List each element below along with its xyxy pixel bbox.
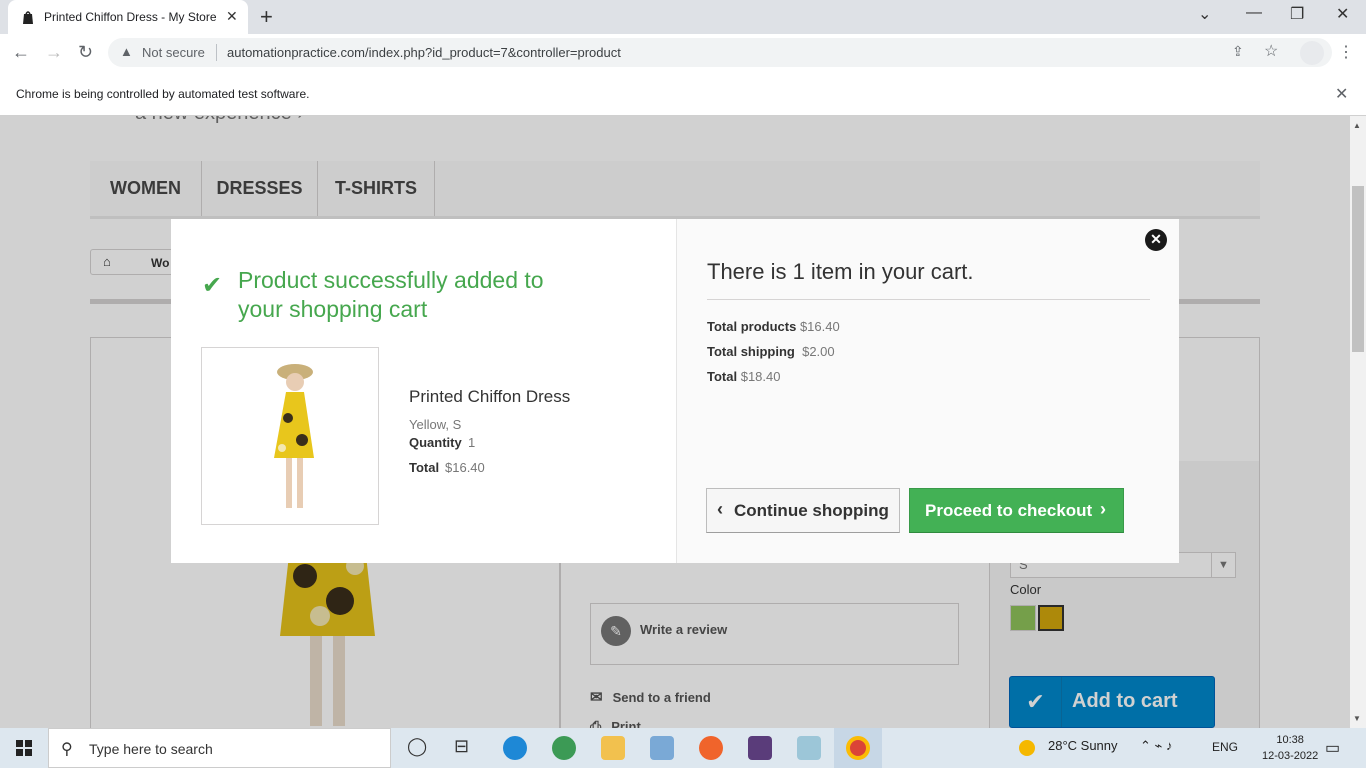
notepad-icon[interactable] — [797, 736, 821, 760]
cart-count-text: There is 1 item in your cart. — [707, 259, 974, 284]
file-explorer-icon[interactable] — [601, 736, 625, 760]
proceed-to-checkout-button[interactable]: Proceed to checkout › — [909, 488, 1124, 533]
infobar-message: Chrome is being controlled by automated … — [16, 87, 310, 101]
search-placeholder: Type here to search — [89, 741, 213, 757]
address-bar[interactable]: ▲ Not secure automationpractice.com/inde… — [108, 38, 1332, 67]
summary-shipping-label: Total shipping — [707, 344, 795, 359]
product-total-label: Total — [409, 460, 440, 475]
windows-taskbar: ⚲ Type here to search ◯ ⊟ 28°C Sunny ⌃ ⌁… — [0, 728, 1366, 768]
edge-icon[interactable] — [503, 736, 527, 760]
tab-strip: Printed Chiffon Dress - My Store ✕ + ⌄ —… — [0, 0, 1366, 34]
weather-sun-icon — [1019, 740, 1035, 756]
dress-thumbnail-icon — [274, 364, 314, 508]
summary-products-row: Total products $16.40 — [707, 319, 840, 334]
scroll-up-icon[interactable]: ▲ — [1353, 121, 1361, 130]
share-icon[interactable]: ⇪ — [1232, 43, 1244, 60]
search-icon: ⚲ — [61, 741, 73, 758]
back-icon[interactable]: ← — [12, 42, 30, 63]
quantity-label: Quantity — [409, 435, 462, 450]
taskbar-clock[interactable]: 10:38 12-03-2022 — [1262, 732, 1318, 764]
summary-total-value: $18.40 — [740, 369, 781, 384]
scrollbar-thumb[interactable] — [1352, 186, 1364, 352]
cart-product-image — [201, 347, 379, 525]
chrome-icon[interactable] — [846, 736, 870, 760]
chevron-left-icon: ‹ — [717, 499, 723, 519]
summary-shipping-value: $2.00 — [802, 344, 835, 359]
summary-shipping-row: Total shipping $2.00 — [707, 344, 835, 359]
weather-text[interactable]: 28°C Sunny — [1048, 738, 1118, 753]
url-text[interactable]: automationpractice.com/index.php?id_prod… — [227, 45, 621, 60]
browser-tab[interactable]: Printed Chiffon Dress - My Store ✕ — [8, 0, 248, 34]
product-total-value: $16.40 — [445, 460, 485, 475]
continue-shopping-label: Continue shopping — [734, 501, 889, 520]
windows-start-icon[interactable] — [16, 740, 32, 756]
summary-products-value: $16.40 — [799, 319, 840, 334]
modal-close-icon[interactable]: ✕ — [1145, 229, 1167, 251]
chrome-profile-icon[interactable] — [552, 736, 576, 760]
cart-product-name: Printed Chiffon Dress — [409, 387, 571, 406]
restore-icon[interactable]: ❐ — [1290, 4, 1304, 24]
clock-time: 10:38 — [1276, 734, 1304, 746]
forward-icon[interactable]: → — [45, 42, 63, 63]
bookmark-star-icon[interactable]: ☆ — [1264, 41, 1278, 61]
summary-products-label: Total products — [707, 319, 797, 334]
not-secure-label[interactable]: Not secure — [142, 45, 205, 60]
kebab-menu-icon[interactable]: ⋮ — [1338, 42, 1354, 62]
notification-icon[interactable]: ▭ — [1325, 738, 1340, 758]
proceed-to-checkout-label: Proceed to checkout — [925, 501, 1093, 520]
window-close-icon[interactable]: ✕ — [1336, 4, 1349, 24]
store-favicon-icon — [23, 11, 33, 24]
tab-close-icon[interactable]: ✕ — [226, 8, 238, 25]
reload-icon[interactable]: ↻ — [78, 42, 93, 63]
language-indicator[interactable]: ENG — [1212, 740, 1238, 754]
infobar-close-icon[interactable]: ✕ — [1335, 84, 1348, 104]
task-view-icon[interactable]: ⊟ — [454, 736, 469, 757]
chevron-right-icon: › — [1100, 499, 1106, 519]
scroll-down-icon[interactable]: ▼ — [1353, 714, 1361, 723]
taskbar-search-box[interactable]: ⚲ Type here to search — [48, 728, 391, 768]
tab-title: Printed Chiffon Dress - My Store — [44, 10, 217, 24]
cortana-icon[interactable]: ◯ — [407, 736, 427, 757]
system-tray-icons[interactable]: ⌃ ⌁ ♪ — [1140, 738, 1172, 754]
continue-shopping-button[interactable]: ‹ Continue shopping — [706, 488, 900, 533]
quantity-value: 1 — [468, 435, 476, 450]
success-check-icon: ✔ — [202, 272, 223, 299]
omnibox-divider — [216, 44, 217, 61]
cart-product-attributes: Yellow, S — [409, 417, 462, 432]
this-pc-icon[interactable] — [650, 736, 674, 760]
tab-search-icon[interactable]: ⌄ — [1198, 4, 1211, 24]
summary-total-row: Total $18.40 — [707, 369, 780, 384]
new-tab-icon[interactable]: + — [260, 4, 273, 30]
app-icon[interactable] — [748, 736, 772, 760]
success-title: Product successfully added to your shopp… — [238, 267, 544, 322]
minimize-icon[interactable]: — — [1246, 4, 1262, 22]
warning-icon[interactable]: ▲ — [120, 44, 133, 59]
firefox-icon[interactable] — [699, 736, 723, 760]
cart-modal: ✔ Product successfully added to your sho… — [171, 219, 1179, 563]
automation-infobar: Chrome is being controlled by automated … — [0, 72, 1366, 116]
cart-divider — [707, 299, 1150, 300]
clock-date: 12-03-2022 — [1262, 750, 1319, 762]
summary-total-label: Total — [707, 369, 738, 384]
profile-avatar-icon[interactable] — [1300, 41, 1324, 65]
